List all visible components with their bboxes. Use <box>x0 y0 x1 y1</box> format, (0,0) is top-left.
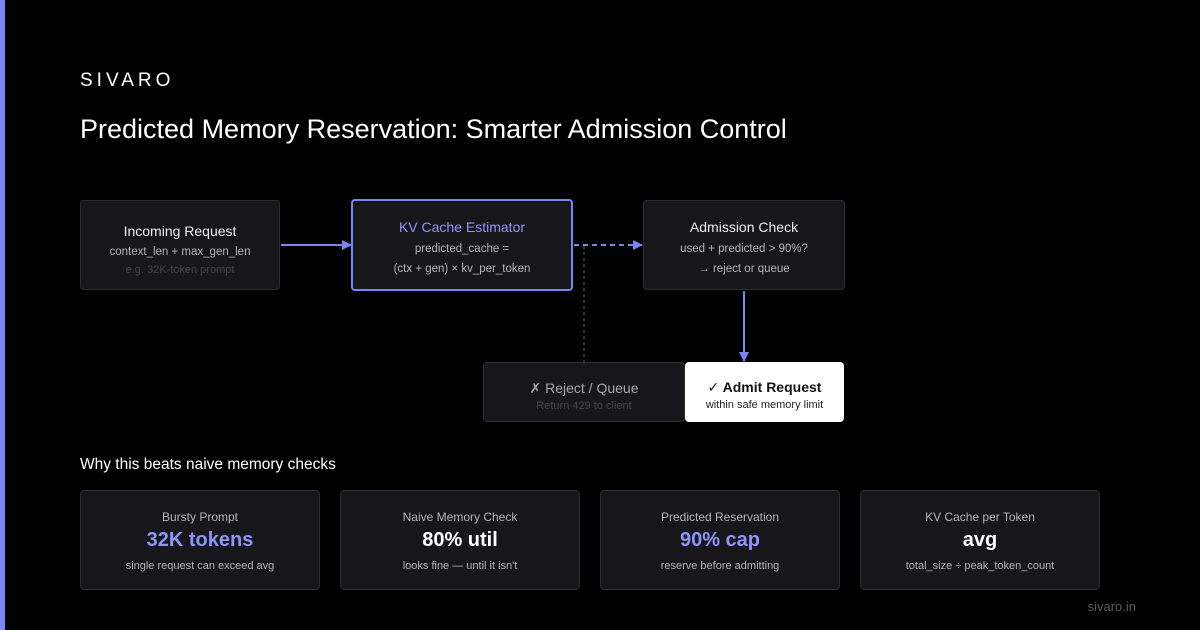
reject-queue-detail: Return 429 to client <box>536 400 632 412</box>
brand-logo: SIVARO <box>80 70 175 91</box>
stat-card-label: Naive Memory Check <box>402 510 518 524</box>
admit-request-node: ✓ Admit Request within safe memory limit <box>685 362 844 422</box>
page-title: Predicted Memory Reservation: Smarter Ad… <box>80 114 787 144</box>
kv-cache-estimator-title: KV Cache Estimator <box>398 219 526 235</box>
stat-card-label: Predicted Reservation <box>660 510 780 524</box>
incoming-request-example: e.g. 32K-token prompt <box>125 264 235 276</box>
stat-card-caption: looks fine — until it isn't <box>402 560 518 572</box>
stat-card-value: 80% util <box>422 529 498 551</box>
stat-card-value: avg <box>962 529 998 551</box>
admission-check-node: Admission Check used + predicted > 90%? … <box>643 200 845 290</box>
admission-check-outcome: → reject or queue <box>698 263 790 275</box>
stat-card-label: KV Cache per Token <box>925 510 1035 524</box>
incoming-request-title: Incoming Request <box>123 223 237 239</box>
stat-card-predicted-reservation: Predicted Reservation 90% cap reserve be… <box>600 490 840 590</box>
kv-cache-estimator-node: KV Cache Estimator predicted_cache = (ct… <box>351 199 573 291</box>
accent-bar <box>0 0 5 630</box>
stat-card-value: 32K tokens <box>146 529 254 551</box>
kv-cache-estimator-formula-line2: (ctx + gen) × kv_per_token <box>393 263 531 275</box>
incoming-request-detail: context_len + max_gen_len <box>109 246 251 258</box>
admit-request-title: ✓ Admit Request <box>707 379 822 395</box>
stat-card-caption: single request can exceed avg <box>125 560 275 572</box>
reject-queue-title: ✗ Reject / Queue <box>529 380 639 396</box>
stat-card-naive-memory-check: Naive Memory Check 80% util looks fine —… <box>340 490 580 590</box>
reject-queue-node: ✗ Reject / Queue Return 429 to client <box>483 362 685 422</box>
stat-card-caption: total_size ÷ peak_token_count <box>905 560 1055 572</box>
admission-check-title: Admission Check <box>689 219 799 235</box>
stat-card-value: 90% cap <box>679 529 761 551</box>
stat-card-kv-cache-per-token: KV Cache per Token avg total_size ÷ peak… <box>860 490 1100 590</box>
incoming-request-node: Incoming Request context_len + max_gen_l… <box>80 200 280 290</box>
footer-site-link[interactable]: sivaro.in <box>1088 599 1136 614</box>
section-heading: Why this beats naive memory checks <box>80 456 336 473</box>
stat-card-caption: reserve before admitting <box>660 560 780 572</box>
kv-cache-estimator-formula-line1: predicted_cache = <box>414 243 510 255</box>
stat-card-label: Bursty Prompt <box>161 510 239 524</box>
admit-request-detail: within safe memory limit <box>705 399 824 411</box>
admission-check-condition: used + predicted > 90%? <box>680 243 808 255</box>
stat-card-bursty-prompt: Bursty Prompt 32K tokens single request … <box>80 490 320 590</box>
